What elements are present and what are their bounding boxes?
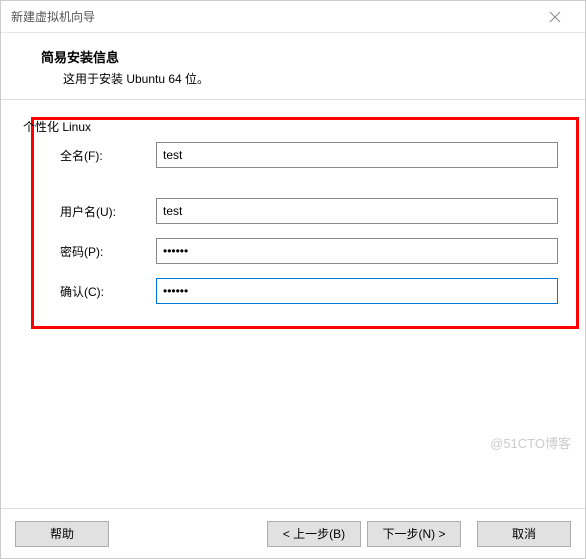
- header-title: 简易安装信息: [41, 47, 563, 66]
- window-title: 新建虚拟机向导: [11, 8, 535, 25]
- input-fullname[interactable]: [156, 142, 558, 168]
- label-fullname: 全名(F):: [48, 147, 156, 164]
- back-button[interactable]: < 上一步(B): [267, 521, 361, 547]
- label-password: 密码(P):: [48, 243, 156, 260]
- wizard-header: 简易安装信息 这用于安装 Ubuntu 64 位。: [1, 33, 585, 100]
- header-subtitle: 这用于安装 Ubuntu 64 位。: [63, 70, 563, 87]
- cancel-button[interactable]: 取消: [477, 521, 571, 547]
- next-button[interactable]: 下一步(N) >: [367, 521, 461, 547]
- titlebar: 新建虚拟机向导: [1, 1, 585, 33]
- new-vm-wizard-dialog: 新建虚拟机向导 简易安装信息 这用于安装 Ubuntu 64 位。 个性化 Li…: [0, 0, 586, 559]
- form-highlight-box: 全名(F): 用户名(U): 密码(P): 确认(C):: [31, 117, 579, 329]
- wizard-footer: 帮助 < 上一步(B) 下一步(N) > 取消: [1, 508, 585, 558]
- row-confirm: 确认(C):: [48, 278, 562, 304]
- label-username: 用户名(U):: [48, 203, 156, 220]
- help-button[interactable]: 帮助: [15, 521, 109, 547]
- watermark: @51CTO博客: [490, 433, 571, 452]
- close-icon[interactable]: [535, 3, 575, 31]
- label-confirm: 确认(C):: [48, 283, 156, 300]
- input-confirm[interactable]: [156, 278, 558, 304]
- row-fullname: 全名(F):: [48, 142, 562, 168]
- wizard-content: 个性化 Linux 全名(F): 用户名(U): 密码(P): 确认(C): @…: [1, 100, 585, 508]
- row-password: 密码(P):: [48, 238, 562, 264]
- input-password[interactable]: [156, 238, 558, 264]
- input-username[interactable]: [156, 198, 558, 224]
- row-username: 用户名(U):: [48, 198, 562, 224]
